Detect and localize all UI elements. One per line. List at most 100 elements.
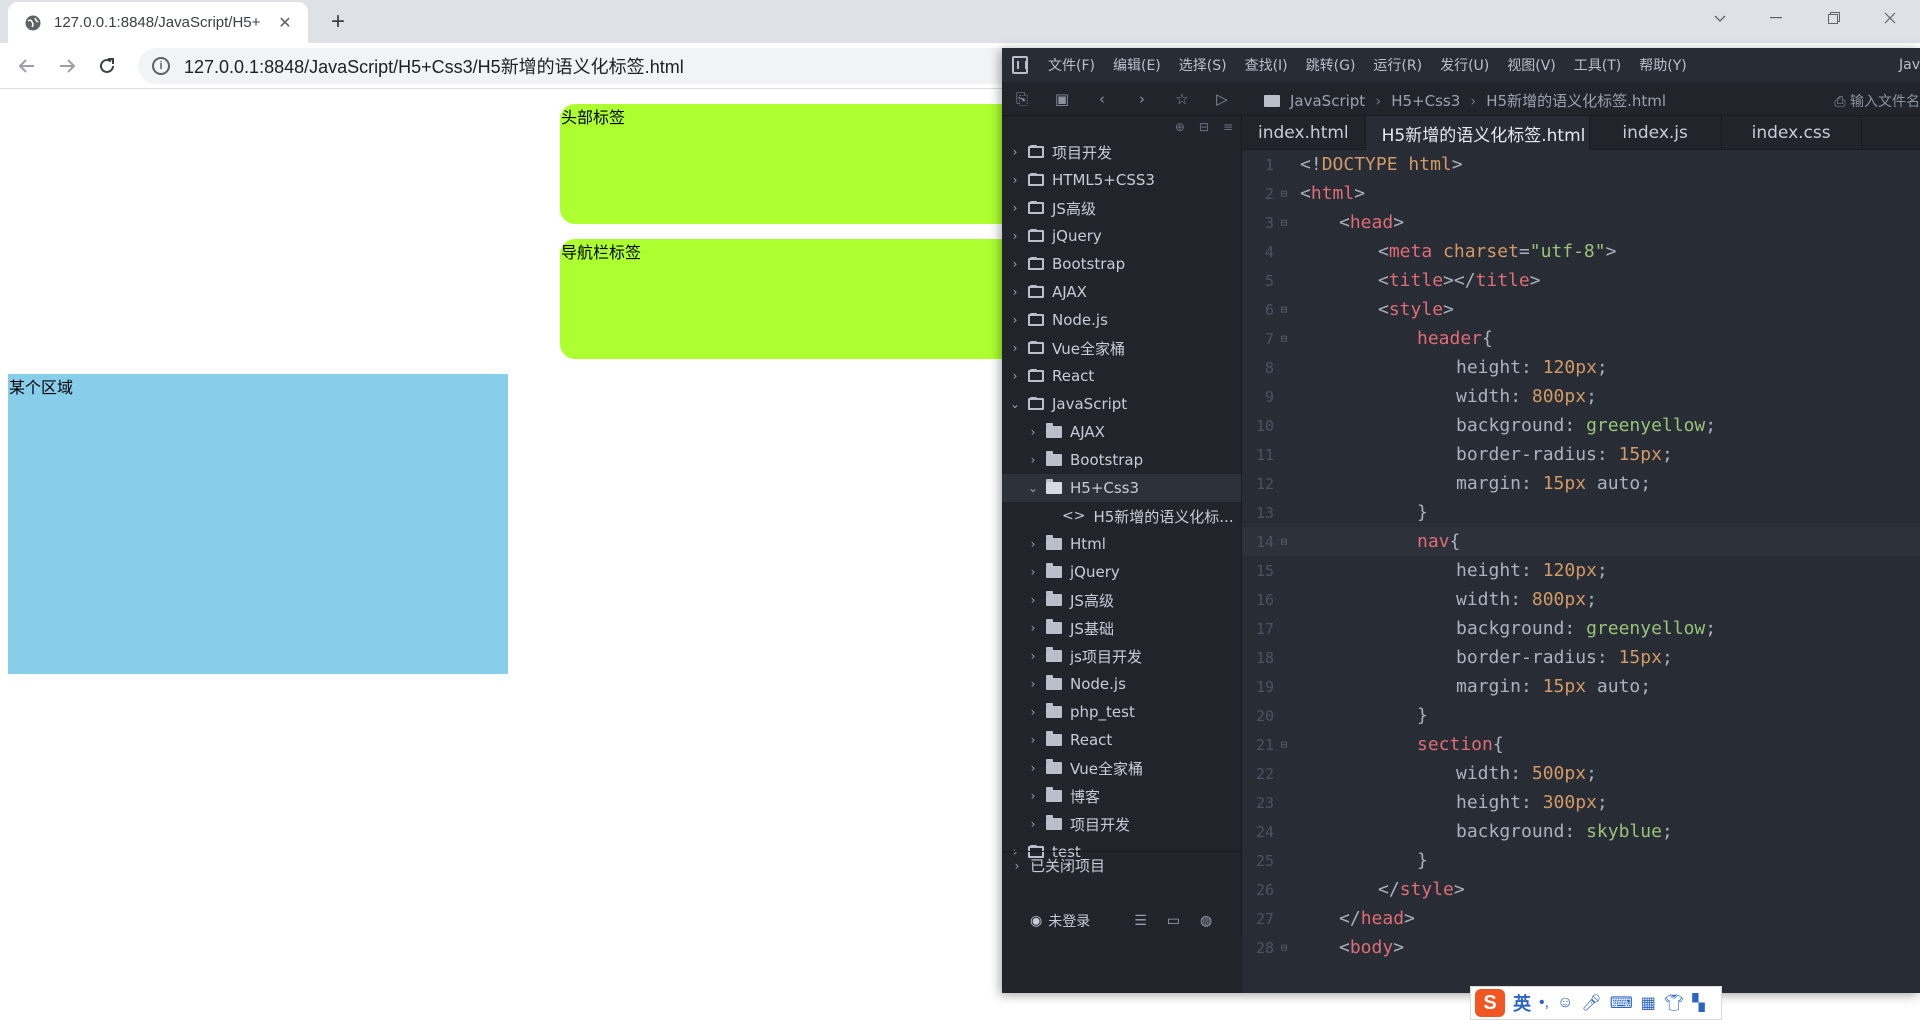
fold-toggle-icon[interactable]: ⊟ (1274, 216, 1294, 229)
forward-icon[interactable]: › (1122, 90, 1162, 108)
star-icon[interactable]: ☆ (1162, 90, 1202, 108)
chevron-right-icon[interactable]: › (1026, 425, 1040, 439)
tree-folder[interactable]: › AJAX (1002, 418, 1241, 446)
tree-file[interactable]: <> H5新增的语义化标... (1002, 502, 1241, 530)
tree-folder[interactable]: › Vue全家桶 (1002, 334, 1241, 362)
browser-tab[interactable]: 127.0.0.1:8848/JavaScript/H5+ ✕ (8, 2, 308, 43)
skin-icon[interactable]: 👕︎ (1664, 993, 1684, 1013)
list-icon[interactable]: ☰ (1134, 913, 1147, 929)
collapse-icon[interactable]: ⊟ (1199, 120, 1209, 134)
chevron-right-icon[interactable]: › (1026, 817, 1040, 831)
tree-folder[interactable]: › AJAX (1002, 278, 1241, 306)
menu-item[interactable]: 运行(R) (1373, 55, 1422, 75)
chevron-right-icon[interactable]: › (1026, 593, 1040, 607)
restore-button[interactable] (1806, 0, 1862, 36)
chevron-down-icon[interactable]: ⌄ (1008, 397, 1022, 411)
save-icon[interactable]: ▣ (1042, 90, 1082, 108)
tree-folder[interactable]: › jQuery (1002, 558, 1241, 586)
chevron-right-icon[interactable]: › (1008, 201, 1022, 215)
login-status[interactable]: 未登录 (1048, 911, 1090, 931)
breadcrumb-item[interactable]: JavaScript (1290, 92, 1365, 110)
code-editor[interactable]: 1 <!DOCTYPE html> 2 ⊟ <html> 3 ⊟ <head> 4 <meta c… (1242, 150, 1920, 993)
tree-folder[interactable]: › php_test (1002, 698, 1241, 726)
chevron-right-icon[interactable]: › (1008, 229, 1022, 243)
chevron-right-icon[interactable]: › (1026, 621, 1040, 635)
closed-projects[interactable]: › 已关闭项目 (1002, 851, 1242, 879)
new-tab-button[interactable]: + (322, 6, 354, 38)
chevron-right-icon[interactable]: › (1008, 285, 1022, 299)
palette-icon[interactable]: ◍ (1200, 913, 1212, 929)
fold-toggle-icon[interactable]: ⊟ (1274, 332, 1294, 345)
tree-folder[interactable]: › Bootstrap (1002, 446, 1241, 474)
keyboard-icon[interactable]: ⌨ (1610, 993, 1633, 1013)
fold-toggle-icon[interactable]: ⊟ (1274, 738, 1294, 751)
sogou-logo-icon[interactable]: S (1475, 989, 1505, 1017)
terminal-icon[interactable]: ▭ (1167, 913, 1180, 929)
tree-folder[interactable]: › JS基础 (1002, 614, 1241, 642)
menu-item[interactable]: 工具(T) (1574, 55, 1621, 75)
minimize-button[interactable] (1748, 0, 1804, 36)
tree-folder[interactable]: › Node.js (1002, 306, 1241, 334)
back-icon[interactable]: ‹ (1082, 90, 1122, 108)
menu-item[interactable]: 视图(V) (1507, 55, 1556, 75)
tree-folder[interactable]: › JS高级 (1002, 586, 1241, 614)
chevron-right-icon[interactable]: › (1026, 705, 1040, 719)
new-file-icon[interactable]: ⎘ (1002, 90, 1042, 108)
site-info-icon[interactable]: i (152, 57, 170, 75)
menu-item[interactable]: 文件(F) (1048, 55, 1095, 75)
user-icon[interactable]: ◉ (1030, 913, 1042, 929)
tab-search-icon[interactable] (1692, 0, 1748, 36)
ime-language[interactable]: 英 (1513, 990, 1531, 1016)
fold-toggle-icon[interactable]: ⊟ (1274, 303, 1294, 316)
editor-tab[interactable]: H5新增的语义化标签.html (1365, 116, 1590, 150)
tree-folder[interactable]: ⌄ JavaScript (1002, 390, 1241, 418)
toolbox-icon[interactable]: ▦ (1641, 993, 1656, 1013)
chevron-right-icon[interactable]: › (1008, 313, 1022, 327)
menu-item[interactable]: 帮助(Y) (1639, 55, 1686, 75)
tree-folder[interactable]: › Bootstrap (1002, 250, 1241, 278)
tree-folder[interactable]: › Vue全家桶 (1002, 754, 1241, 782)
file-search-input[interactable]: ⎙ 输入文件名 (1834, 91, 1920, 111)
breadcrumb-item[interactable]: H5新增的语义化标签.html (1486, 90, 1666, 111)
address-bar[interactable]: i 127.0.0.1:8848/JavaScript/H5+Css3/H5新增… (138, 48, 1138, 84)
fold-toggle-icon[interactable]: ⊟ (1274, 187, 1294, 200)
menu-icon[interactable]: ≡ (1223, 120, 1233, 134)
tree-folder[interactable]: › js项目开发 (1002, 642, 1241, 670)
chevron-right-icon[interactable]: › (1008, 145, 1022, 159)
microphone-icon[interactable]: 🎤︎ (1581, 993, 1601, 1013)
tree-folder[interactable]: › Html (1002, 530, 1241, 558)
tree-folder[interactable]: › 博客 (1002, 782, 1241, 810)
editor-tab[interactable]: index.html (1242, 116, 1366, 150)
tree-folder[interactable]: › 项目开发 (1002, 810, 1241, 838)
back-button[interactable] (12, 51, 42, 81)
chevron-right-icon[interactable]: › (1026, 537, 1040, 551)
fold-toggle-icon[interactable]: ⊟ (1274, 535, 1294, 548)
tree-folder[interactable]: › JS高级 (1002, 194, 1241, 222)
tree-folder[interactable]: › Node.js (1002, 670, 1241, 698)
tree-folder[interactable]: › React (1002, 362, 1241, 390)
punctuation-icon[interactable]: •, (1539, 994, 1549, 1012)
run-icon[interactable]: ▷ (1202, 90, 1242, 108)
menu-item[interactable]: 发行(U) (1440, 55, 1489, 75)
chevron-right-icon[interactable]: › (1008, 341, 1022, 355)
chevron-down-icon[interactable]: ⌄ (1026, 481, 1040, 495)
chevron-right-icon[interactable]: › (1008, 369, 1022, 383)
breadcrumb-item[interactable]: H5+Css3 (1391, 92, 1460, 110)
apps-icon[interactable]: ▚ (1692, 993, 1704, 1013)
menu-item[interactable]: 选择(S) (1179, 55, 1227, 75)
tree-folder[interactable]: › HTML5+CSS3 (1002, 166, 1241, 194)
chevron-right-icon[interactable]: › (1026, 733, 1040, 747)
chevron-right-icon[interactable]: › (1008, 257, 1022, 271)
tree-folder[interactable]: › jQuery (1002, 222, 1241, 250)
close-tab-icon[interactable]: ✕ (274, 13, 296, 33)
close-window-button[interactable] (1862, 0, 1918, 36)
fold-toggle-icon[interactable]: ⊟ (1274, 941, 1294, 954)
editor-tab[interactable]: index.css (1722, 116, 1862, 150)
chevron-right-icon[interactable]: › (1026, 789, 1040, 803)
tree-folder[interactable]: › React (1002, 726, 1241, 754)
tree-folder[interactable]: › 项目开发 (1002, 138, 1241, 166)
locate-icon[interactable]: ⊕ (1175, 120, 1185, 134)
chevron-right-icon[interactable]: › (1008, 173, 1022, 187)
editor-tab[interactable]: index.js (1590, 116, 1722, 150)
emoji-icon[interactable]: ☺ (1557, 994, 1573, 1012)
